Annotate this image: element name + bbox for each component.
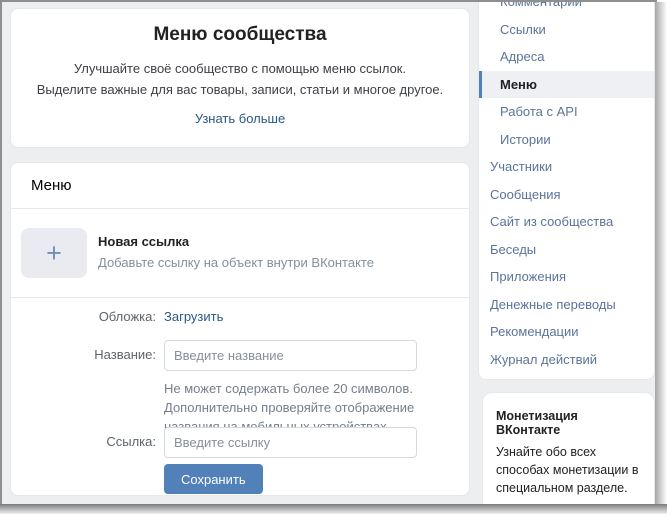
add-link-button[interactable]: + [21,228,87,278]
plus-icon: + [46,240,62,267]
page-description: Улучшайте своё сообщество с помощью меню… [11,58,469,100]
settings-sidebar: Комментарии Ссылки Адреса Меню Работа с … [478,0,655,380]
page-description-line2: Выделите важные для вас товары, записи, … [11,79,469,100]
sidebar-item-comments[interactable]: Комментарии [479,0,654,16]
new-link-title: Новая ссылка [98,234,189,249]
cover-label: Обложка: [11,309,156,324]
screenshot-bottom-shadow [0,504,667,514]
link-name-input[interactable] [164,340,417,371]
sidebar-item-action-log[interactable]: Журнал действий [479,346,654,374]
monetization-title: Монетизация ВКонтакте [496,409,641,437]
monetization-text: Узнайте обо всех способах монетизации в … [496,443,641,497]
community-menu-header-card: Меню сообщества Улучшайте своё сообществ… [10,8,470,148]
monetization-card: Монетизация ВКонтакте Узнайте обо всех с… [482,392,655,504]
sidebar-item-apps[interactable]: Приложения [479,263,654,291]
link-url-input[interactable] [164,427,417,458]
sidebar-item-addresses[interactable]: Адреса [479,43,654,71]
vk-settings-viewport: Меню сообщества Улучшайте своё сообществ… [0,0,657,504]
new-link-subtitle: Добавьте ссылку на объект внутри ВКонтак… [98,255,374,270]
page-description-line1: Улучшайте своё сообщество с помощью меню… [11,58,469,79]
sidebar-item-menu[interactable]: Меню [479,71,654,99]
save-button[interactable]: Сохранить [164,464,263,494]
page-title: Меню сообщества [11,24,469,46]
sidebar-item-stories[interactable]: Истории [479,126,654,154]
url-label: Ссылка: [11,434,156,449]
sidebar-item-links[interactable]: Ссылки [479,16,654,44]
sidebar-item-api[interactable]: Работа с API [479,98,654,126]
menu-editor-card: Меню + Новая ссылка Добавьте ссылку на о… [10,162,470,496]
sidebar-item-chats[interactable]: Беседы [479,236,654,264]
sidebar-item-recommendations[interactable]: Рекомендации [479,318,654,346]
sidebar-item-money-transfers[interactable]: Денежные переводы [479,291,654,319]
learn-more-link[interactable]: Узнать больше [195,111,285,126]
sidebar-item-members[interactable]: Участники [479,153,654,181]
sidebar-item-community-site[interactable]: Сайт из сообщества [479,208,654,236]
cover-upload-link[interactable]: Загрузить [164,309,223,324]
sidebar-item-messages[interactable]: Сообщения [479,181,654,209]
new-link-row[interactable]: + Новая ссылка Добавьте ссылку на объект… [11,209,469,298]
name-label: Название: [11,347,156,362]
menu-section-title: Меню [11,163,469,209]
screenshot-right-shadow [655,2,667,504]
